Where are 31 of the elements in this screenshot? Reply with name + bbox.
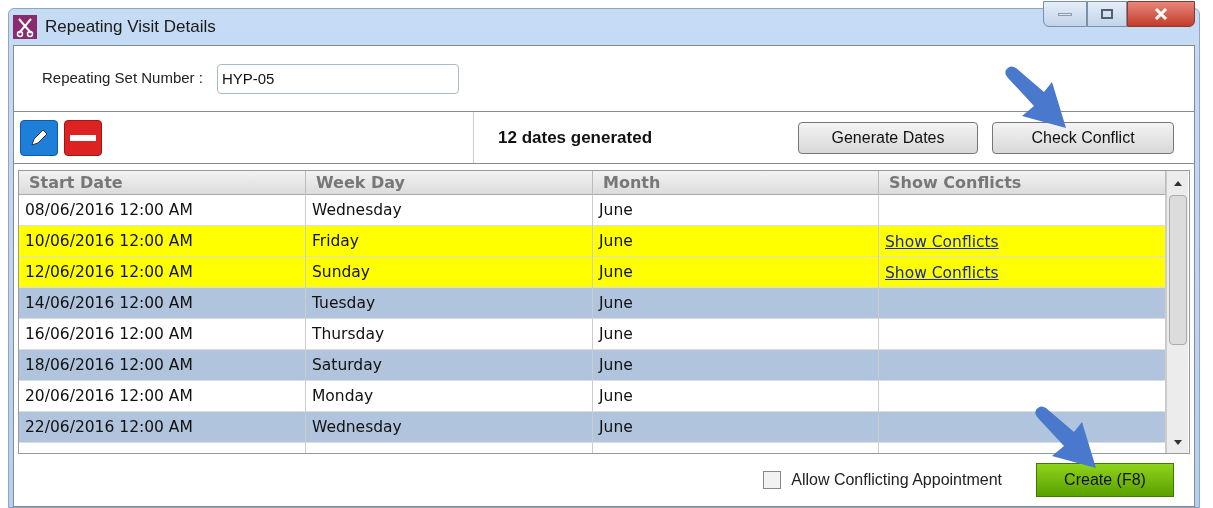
- check-conflict-button[interactable]: Check Conflict: [992, 121, 1174, 154]
- minus-icon: [70, 134, 96, 141]
- scissors-icon: [13, 15, 37, 39]
- table-row[interactable]: 12/06/2016 12:00 AM Sunday June Show Conflicts: [19, 257, 1166, 288]
- close-button[interactable]: [1127, 1, 1195, 27]
- window-title: Repeating Visit Details: [45, 16, 216, 39]
- show-conflicts-link[interactable]: Show Conflicts: [885, 233, 999, 251]
- allow-conflicting-checkbox[interactable]: [763, 471, 782, 489]
- table-row[interactable]: 16/06/2016 12:00 AM Thursday June: [19, 319, 1166, 350]
- create-button[interactable]: Create (F8): [1036, 463, 1174, 497]
- minimize-button[interactable]: [1043, 1, 1087, 27]
- status-text: 12 dates generated: [498, 126, 652, 149]
- checkbox-label: Allow Conflicting Appointment: [791, 470, 1002, 490]
- close-icon: [1154, 8, 1168, 20]
- vertical-scrollbar[interactable]: [1166, 171, 1188, 453]
- table-row[interactable]: 14/06/2016 12:00 AM Tuesday June: [19, 288, 1166, 319]
- table-row[interactable]: 10/06/2016 12:00 AM Friday June Show Conflicts: [19, 226, 1166, 257]
- edit-button[interactable]: [20, 119, 58, 156]
- scroll-down-icon: [1172, 439, 1183, 447]
- table-row[interactable]: 18/06/2016 12:00 AM Saturday June: [19, 350, 1166, 381]
- show-conflicts-link[interactable]: Show Conflicts: [885, 264, 999, 282]
- field-label: Repeating Set Number :: [42, 68, 203, 89]
- maximize-button[interactable]: [1087, 1, 1127, 27]
- table-row[interactable]: 22/06/2016 12:00 AM Wednesday June: [19, 412, 1166, 443]
- scroll-up-icon: [1172, 179, 1183, 187]
- scrollbar-thumb[interactable]: [1168, 195, 1187, 345]
- set-number-field[interactable]: HYP-05: [216, 63, 459, 94]
- table-row[interactable]: 08/06/2016 12:00 AM Wednesday June: [19, 195, 1166, 226]
- table-row[interactable]: 20/06/2016 12:00 AM Monday June: [19, 381, 1166, 412]
- generate-dates-button[interactable]: Generate Dates: [798, 121, 978, 154]
- remove-button[interactable]: [64, 119, 102, 156]
